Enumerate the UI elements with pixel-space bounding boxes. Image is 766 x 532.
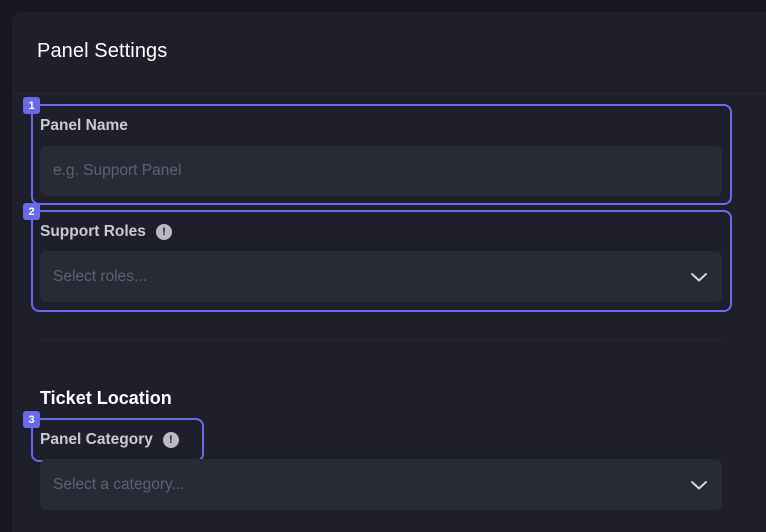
- highlight-badge-1: 1: [23, 97, 40, 114]
- highlight-badge-2: 2: [23, 203, 40, 220]
- support-roles-select[interactable]: Select roles...: [40, 251, 722, 302]
- panel-category-select[interactable]: Select a category...: [40, 459, 722, 510]
- page-title: Panel Settings: [37, 40, 168, 62]
- panel-category-label-text: Panel Category: [40, 431, 153, 448]
- info-icon[interactable]: !: [162, 432, 179, 448]
- section-divider: [40, 340, 722, 341]
- support-roles-label-text: Support Roles: [40, 223, 146, 240]
- panel-name-label-text: Panel Name: [40, 117, 128, 134]
- panel-name-field[interactable]: [40, 146, 722, 196]
- highlight-badge-3: 3: [23, 411, 40, 428]
- info-icon[interactable]: !: [155, 224, 172, 240]
- chevron-down-icon: [691, 272, 707, 281]
- panel-name-label: Panel Name: [40, 117, 128, 135]
- header-divider: [12, 93, 766, 94]
- ticket-location-heading: Ticket Location: [40, 388, 172, 408]
- chevron-down-icon: [691, 480, 707, 489]
- panel-category-placeholder: Select a category...: [53, 475, 185, 493]
- panel-category-label: Panel Category !: [40, 431, 179, 449]
- panel-name-input[interactable]: [53, 162, 693, 180]
- support-roles-placeholder: Select roles...: [53, 267, 147, 285]
- support-roles-label: Support Roles !: [40, 223, 172, 241]
